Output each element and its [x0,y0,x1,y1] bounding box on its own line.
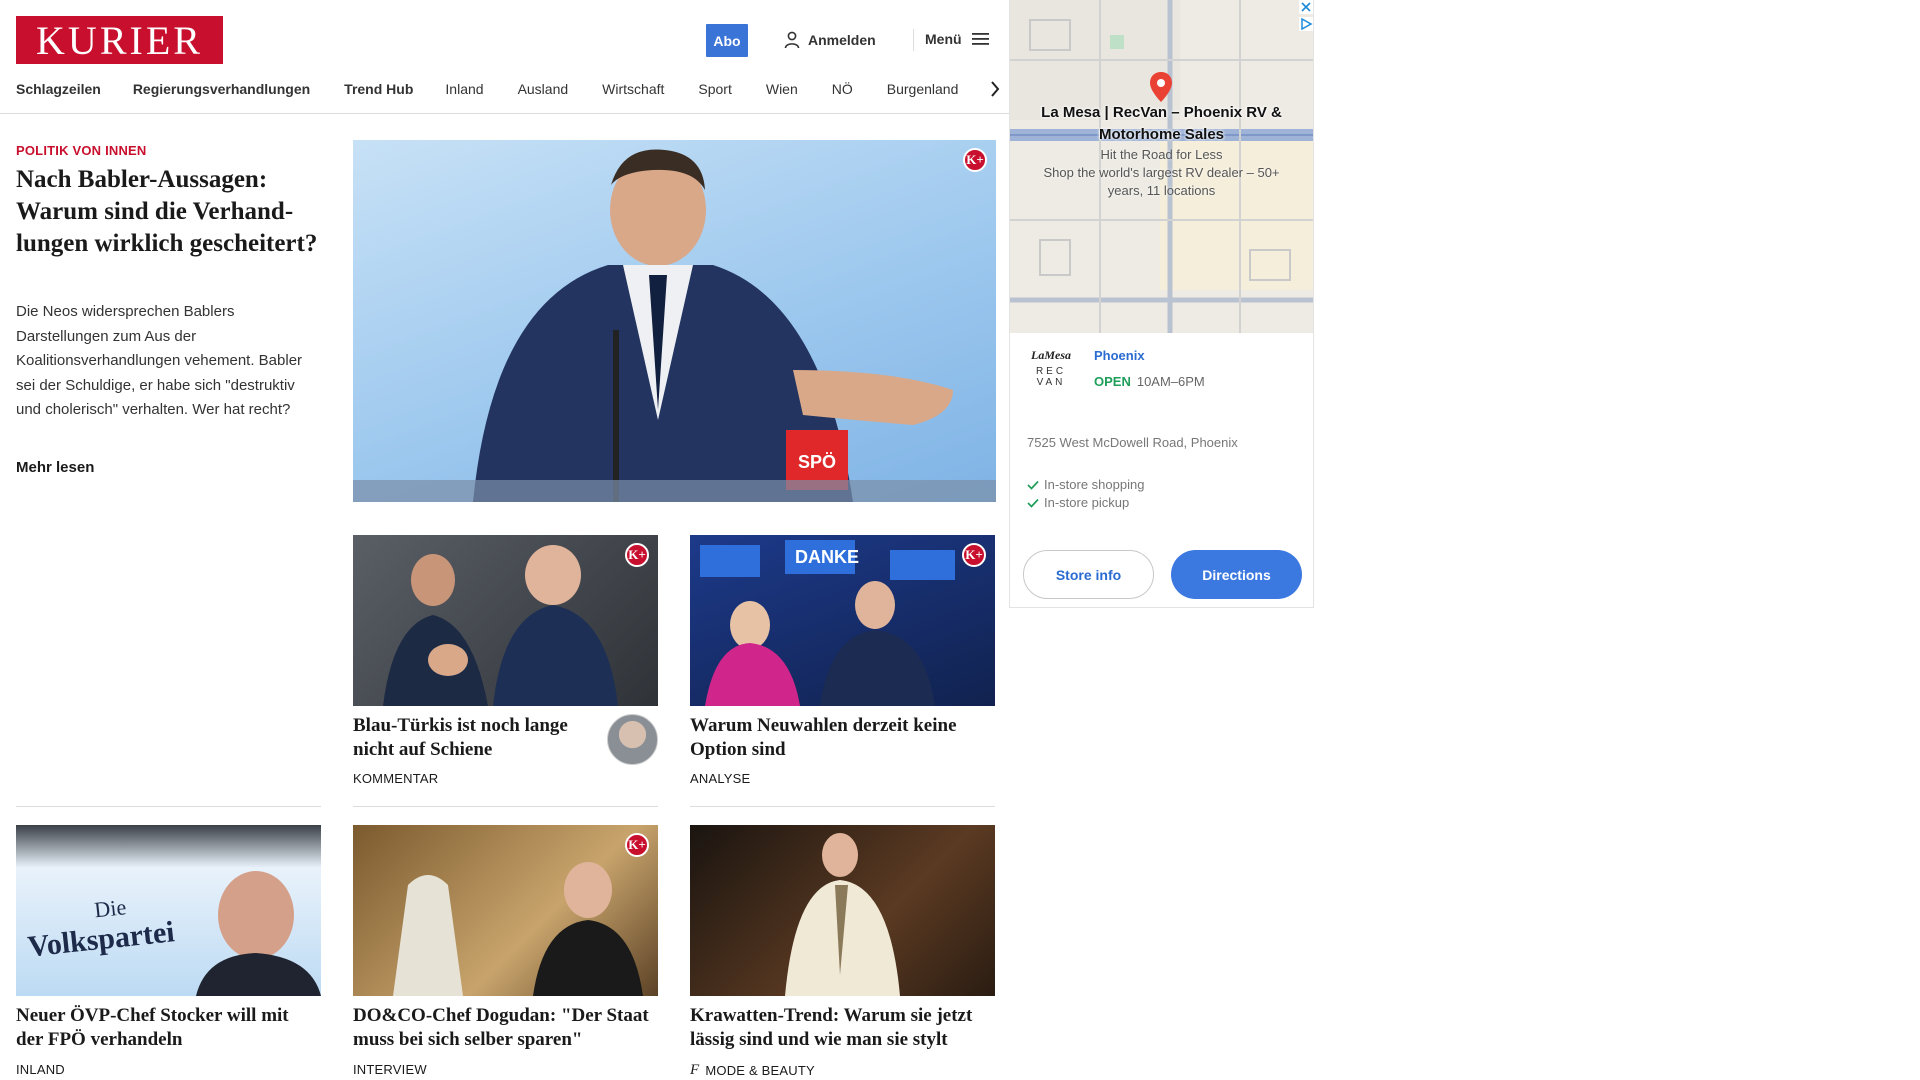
ad-panel: La Mesa | RecVan – Phoenix RV & Motorhom… [1009,0,1314,608]
open-status: OPEN [1094,374,1131,389]
close-icon[interactable] [1299,0,1313,14]
nav-item-sport[interactable]: Sport [698,81,731,97]
nav-item-schlagzeilen[interactable]: Schlagzeilen [16,81,101,97]
card-tag-5[interactable]: f MODE & BEAUTY [690,1062,815,1079]
menu-button[interactable]: Menü [925,31,989,47]
kplus-badge: K+ [963,148,987,172]
nav-item-noe[interactable]: NÖ [832,81,853,97]
nav-item-ausland[interactable]: Ausland [518,81,569,97]
card-photo-illustration [785,833,900,996]
menu-label: Menü [925,31,962,47]
ad-store-name[interactable]: Phoenix [1094,348,1145,363]
map-pin-icon [1150,72,1172,102]
ad-subtitle-line-1: Hit the Road for Less [1100,147,1223,162]
adchoices-icon[interactable] [1299,17,1313,31]
lead-description: Die Neos widersprechen Bablers Darstellu… [16,303,303,418]
card-tag-1[interactable]: KOMMENTAR [353,771,438,786]
card-image-5[interactable] [690,825,995,996]
recvan-logo[interactable]: LaMesa REC VAN [1030,348,1072,388]
card-tag-3[interactable]: INLAND [16,1062,65,1077]
kurier-logo[interactable]: KURIER [16,16,223,64]
logo-line-2: REC [1035,366,1067,377]
card-image-2[interactable]: DANKE K+ [690,535,995,706]
lead-headline[interactable]: Nach Babler-Aussagen: Warum sind die Ver… [16,164,326,260]
sign-text: DANKE [795,547,860,567]
lead-image[interactable]: SPÖ K+ [353,140,996,502]
nav-item-regierungsverhandlungen[interactable]: Regierungsverhandlungen [133,81,310,97]
nav-item-wien[interactable]: Wien [766,81,798,97]
check-icon [1027,480,1039,490]
login-button[interactable]: Anmelden [784,31,876,49]
chevron-right-icon [991,81,1000,97]
card-title-2[interactable]: Warum Neuwahlen derzeit keine Option sin… [690,714,990,762]
opening-hours: 10AM–6PM [1136,374,1205,389]
ad-choices[interactable] [1299,0,1313,31]
logo-text: KURIER [36,17,203,63]
card-photo-illustration [383,545,618,706]
card-tag-5-label: MODE & BEAUTY [705,1063,815,1078]
ad-hours: OPEN 10AM–6PM [1094,374,1205,389]
card-image-3[interactable]: Die Volkspartei [16,825,321,996]
ad-subtitle: Hit the Road for Less Shop the world's l… [1030,146,1293,200]
nav-item-wirtschaft[interactable]: Wirtschaft [602,81,664,97]
lead-kicker: POLITIK VON INNEN [16,143,147,158]
nav-item-trend-hub[interactable]: Trend Hub [344,81,413,97]
kplus-badge: K+ [962,543,986,567]
ad-map[interactable]: La Mesa | RecVan – Phoenix RV & Motorhom… [1010,0,1313,333]
check-icon [1027,498,1039,508]
divider [16,806,321,807]
ad-feature: In-store pickup [1027,495,1129,510]
kplus-badge: K+ [625,543,649,567]
podium-label: SPÖ [797,452,836,472]
user-icon [784,31,800,49]
card-photo-illustration [393,862,643,996]
read-more-link[interactable]: Mehr lesen [16,459,94,476]
ad-feature-label: In-store pickup [1044,495,1130,510]
ad-address: 7525 West McDowell Road, Phoenix [1027,435,1238,450]
directions-button[interactable]: Directions [1171,550,1302,599]
header-divider [913,29,914,51]
nav-item-inland[interactable]: Inland [445,81,483,97]
author-avatar [607,714,658,765]
freizeit-icon: f [690,1062,700,1078]
kplus-badge: K+ [625,833,649,857]
card-image-1[interactable]: K+ [353,535,658,706]
login-label: Anmelden [808,32,876,48]
logo-line-1: LaMesa [1031,348,1071,362]
site-header: KURIER Abo Anmelden Menü Schlagzeilen Re… [0,0,1009,114]
abo-button[interactable]: Abo [706,24,748,57]
divider [690,806,995,807]
card-title-4[interactable]: DO&CO-Chef Dogudan: "Der Staat muss bei … [353,1004,653,1052]
ad-feature-label: In-store shopping [1044,477,1145,492]
card-title-5[interactable]: Krawatten-Trend: Warum sie jetzt lässig … [690,1004,990,1052]
card-tag-2[interactable]: ANALYSE [690,771,750,786]
card-title-3[interactable]: Neuer ÖVP-Chef Stocker will mit der FPÖ … [16,1004,316,1052]
ad-feature: In-store shopping [1027,477,1144,492]
ad-subtitle-line-2: Shop the world's largest RV dealer – 50+… [1043,165,1280,198]
nav-item-burgenland[interactable]: Burgenland [887,81,959,97]
lead-photo-illustration [353,149,996,502]
nav-scroll-right-button[interactable] [970,76,1000,102]
card-title-1[interactable]: Blau-Türkis ist noch lange nicht auf Sch… [353,714,593,762]
divider [353,806,658,807]
ad-title[interactable]: La Mesa | RecVan – Phoenix RV & Motorhom… [1030,102,1293,146]
store-info-button[interactable]: Store info [1023,550,1154,599]
logo-line-3: VAN [1036,377,1066,388]
card-tag-4[interactable]: INTERVIEW [353,1062,427,1077]
card-image-4[interactable]: K+ [353,825,658,996]
category-nav: Schlagzeilen Regierungsverhandlungen Tre… [16,79,978,99]
hamburger-icon [971,33,989,45]
